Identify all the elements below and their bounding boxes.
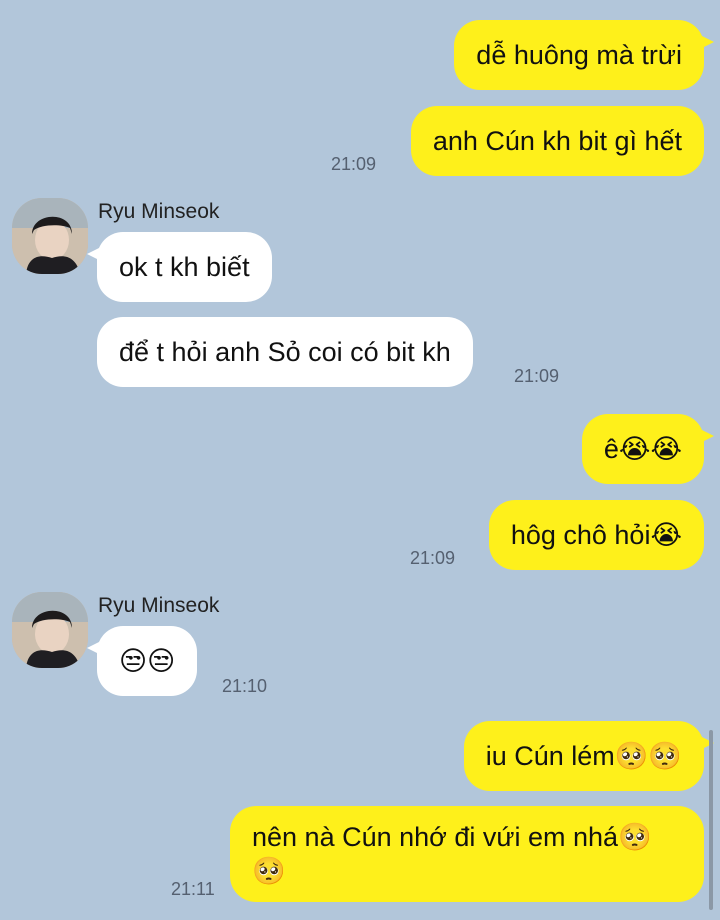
message-timestamp: 21:11 [171,879,215,899]
sender-name: Ryu Minseok [98,594,220,617]
message-timestamp: 21:09 [331,154,377,174]
message-timestamp: 21:09 [514,366,560,386]
scrollbar[interactable] [709,730,713,910]
sender-name: Ryu Minseok [98,200,220,223]
message-timestamp: 21:10 [222,676,268,696]
contact-avatar[interactable] [12,592,88,668]
message-bubble-outgoing[interactable]: hôg chô hỏi😭 [488,500,704,570]
message-bubble-incoming[interactable]: để t hỏi anh Sỏ coi có bit kh [97,317,473,387]
message-bubble-outgoing[interactable]: ê😭😭 [581,414,715,484]
contact-avatar[interactable] [12,198,88,274]
message-bubble-outgoing[interactable]: anh Cún kh bit gì hết [410,106,704,176]
message-bubble-outgoing[interactable]: nên nà Cún nhớ đi vứi em nhá🥺🥺 [230,806,704,902]
message-bubble-incoming[interactable]: ok t kh biết [87,232,272,302]
person-photo-icon [12,198,88,274]
message-bubble-outgoing[interactable]: iu Cún lém🥺🥺 [463,721,715,791]
person-photo-icon [12,592,88,668]
message-timestamp: 21:09 [410,548,456,568]
message-bubble-outgoing[interactable]: dễ huông mà trừi [454,20,714,90]
message-bubble-incoming[interactable]: 😒😒 [86,626,198,696]
